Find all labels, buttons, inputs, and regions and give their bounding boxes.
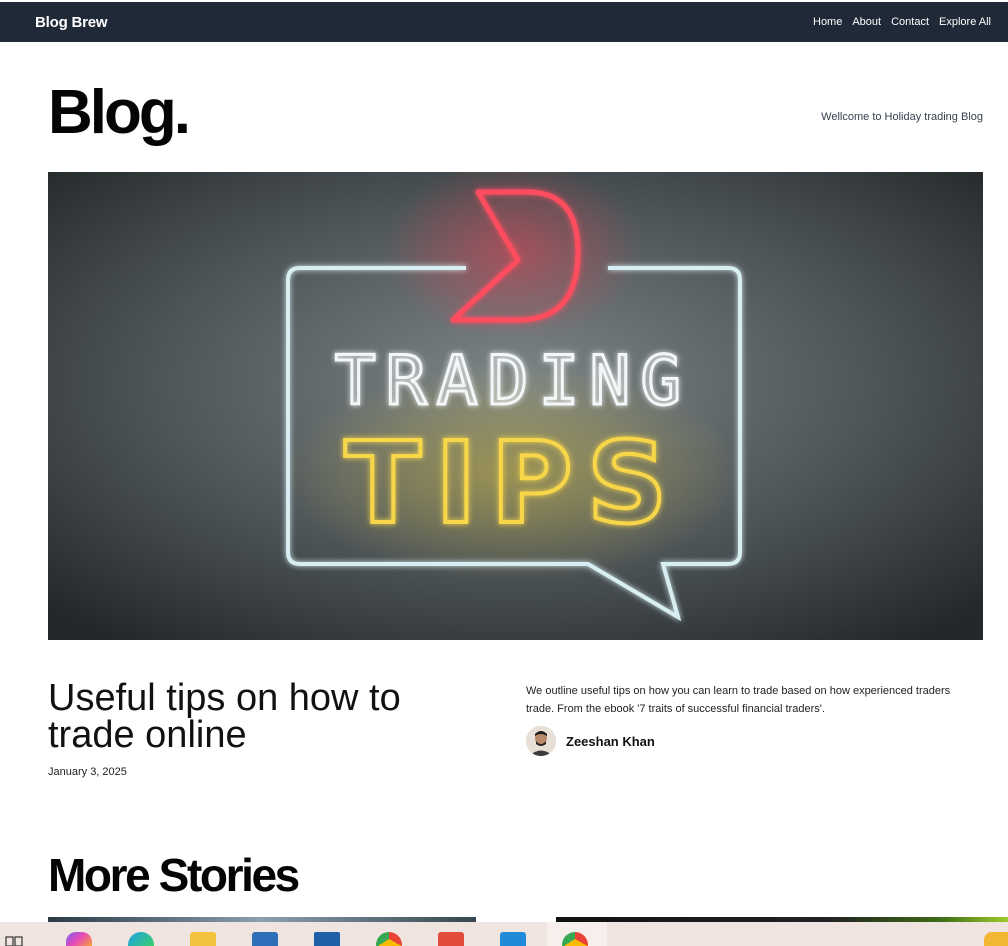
featured-post-author[interactable]: Zeeshan Khan [526,726,655,756]
os-taskbar [0,922,1008,946]
nav-link-about[interactable]: About [852,16,881,28]
hero-image[interactable]: TRADING TIPS [48,172,983,640]
page-tagline: Wellcome to Holiday trading Blog [821,111,983,123]
author-avatar [526,726,556,756]
copilot-icon[interactable] [66,932,92,946]
file-explorer-icon[interactable] [190,932,216,946]
author-name: Zeeshan Khan [566,733,655,749]
chrome-icon[interactable] [376,932,402,946]
featured-post-excerpt: We outline useful tips on how you can le… [526,685,951,715]
more-stories-heading: More Stories [48,849,300,901]
top-navbar: Blog Brew Home About Contact Explore All [0,2,1008,42]
notification-icon[interactable] [984,932,1008,946]
sign-word-trading: TRADING [335,342,692,421]
brand-logo[interactable]: Blog Brew [35,14,108,31]
vscode-icon[interactable] [500,932,526,946]
page-title: Blog. [48,78,191,147]
store-icon[interactable] [252,932,278,946]
widgets-icon[interactable] [4,934,24,946]
app-icon[interactable] [438,932,464,946]
edge-icon[interactable] [128,932,154,946]
nav-link-home[interactable]: Home [813,16,842,28]
sign-word-tips: TIPS [345,419,682,549]
trading-tips-neon-sign: TRADING TIPS [48,172,983,640]
featured-post-title[interactable]: Useful tips on how to trade online [48,679,488,754]
avatar-person-icon [526,726,556,756]
featured-post-date: January 3, 2025 [48,766,127,778]
nav-links: Home About Contact Explore All [813,16,991,28]
nav-link-contact[interactable]: Contact [891,16,929,28]
mail-icon[interactable] [314,932,340,946]
nav-link-explore-all[interactable]: Explore All [939,16,991,28]
